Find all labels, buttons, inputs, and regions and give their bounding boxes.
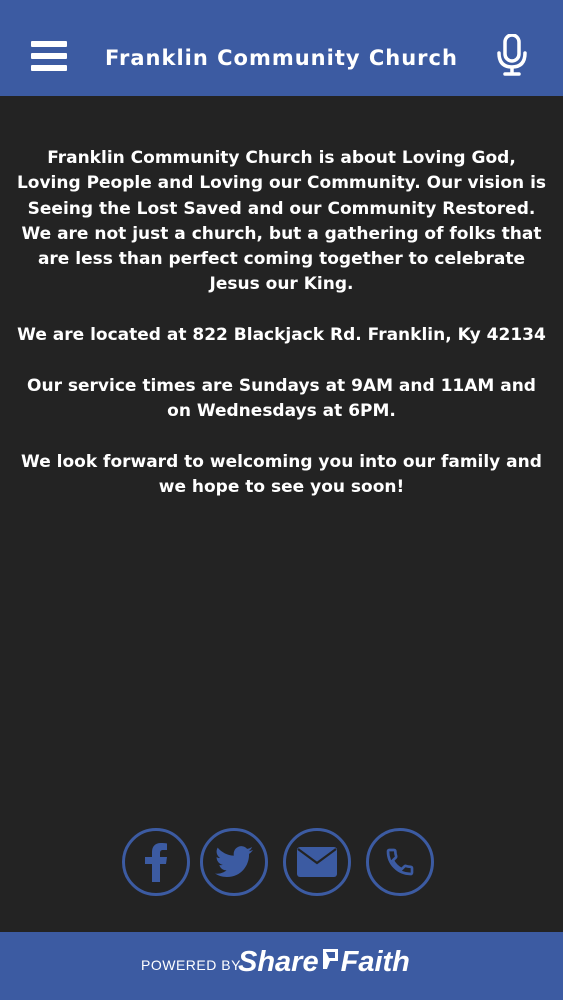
twitter-button[interactable] <box>200 828 268 896</box>
microphone-icon[interactable] <box>496 33 528 76</box>
brand-logo-right: Faith <box>340 946 410 978</box>
email-button[interactable] <box>283 828 351 896</box>
sharefaith-mark-icon <box>320 946 340 979</box>
intro-paragraph: Franklin Community Church is about Lovin… <box>16 148 547 295</box>
page-title: Franklin Community Church <box>105 46 458 70</box>
facebook-button[interactable] <box>122 828 190 896</box>
phone-icon <box>386 848 414 876</box>
app-footer: POWERED BY Share Faith <box>0 932 563 1000</box>
phone-button[interactable] <box>366 828 434 896</box>
powered-by-label: POWERED BY <box>141 957 241 973</box>
facebook-icon <box>145 843 167 882</box>
church-description: Franklin Community Church is about Lovin… <box>16 146 547 525</box>
twitter-icon <box>215 846 253 878</box>
service-times-paragraph: Our service times are Sundays at 9AM and… <box>27 375 536 421</box>
location-paragraph: We are located at 822 Blackjack Rd. Fran… <box>17 325 546 346</box>
brand-logo-left: Share <box>238 946 319 978</box>
welcome-paragraph: We look forward to welcoming you into ou… <box>21 451 542 497</box>
app-header: Franklin Community Church <box>0 0 563 96</box>
social-buttons <box>0 828 563 898</box>
envelope-icon <box>297 847 337 877</box>
sharefaith-logo[interactable]: Share Faith <box>238 946 410 979</box>
app-screen: Franklin Community Church Franklin Commu… <box>0 0 563 1000</box>
